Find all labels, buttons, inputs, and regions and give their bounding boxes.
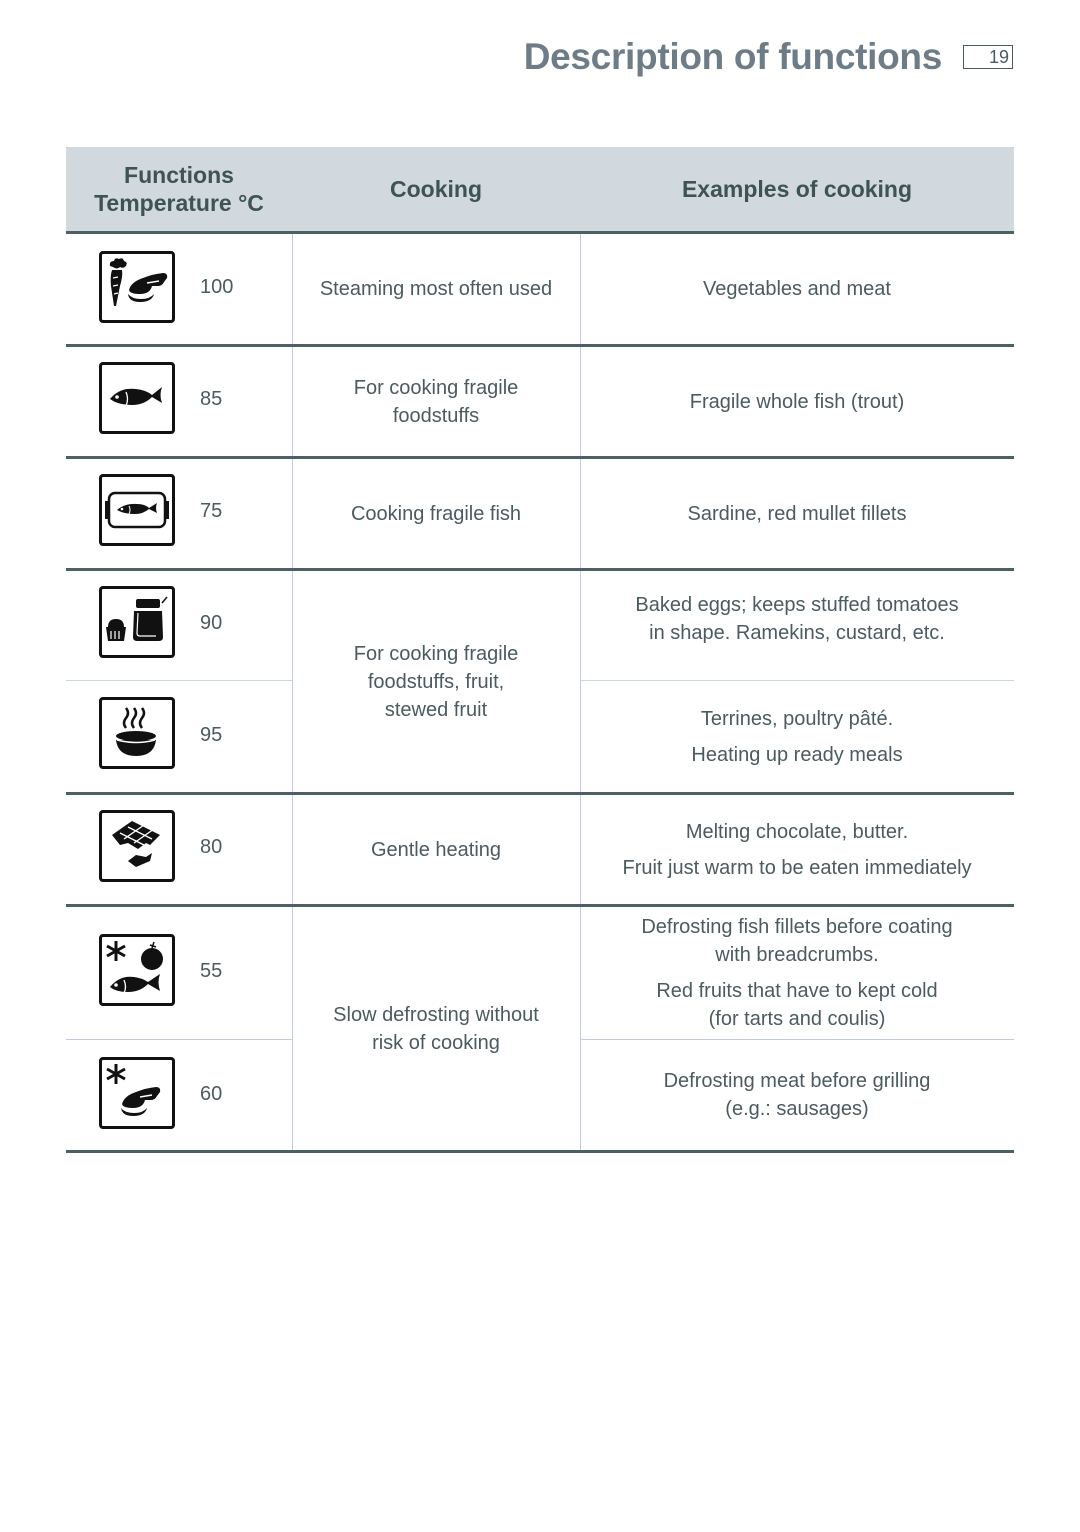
- table-body: 100 Steaming most often used Vegetables …: [66, 234, 1014, 1153]
- subrow-divider: [66, 680, 292, 681]
- functions-table: Functions Temperature °C Cooking Example…: [66, 147, 1014, 1153]
- chocolate-icon: [99, 810, 175, 882]
- examples-text: Sardine, red mullet fillets: [687, 502, 907, 525]
- steam-vegetables-meat-icon: [99, 251, 175, 323]
- cooking-cell: For cooking fragile foodstuffs: [292, 347, 580, 456]
- cooking-cell-merged: For cooking fragile foodstuffs, fruit, s…: [292, 571, 580, 792]
- subrow-divider: [66, 1039, 292, 1040]
- ramekin-jar-icon: [99, 586, 175, 658]
- table-header: Functions Temperature °C Cooking Example…: [66, 147, 1014, 234]
- column-header-temperature-label: Temperature °C: [94, 190, 264, 216]
- temperature-value: 80: [200, 836, 223, 858]
- steaming-bowl-icon: [99, 697, 175, 769]
- cooking-cell: Cooking fragile fish: [350, 502, 522, 525]
- temperature-value: 100: [200, 276, 234, 298]
- column-header-examples: Examples of cooking: [681, 176, 913, 202]
- examples-cell: Sardine, red mullet fillets: [580, 459, 1014, 568]
- temperature-value: 85: [200, 388, 223, 410]
- page-title: Description of functions: [523, 36, 943, 77]
- examples-text: Fragile whole fish (trout): [689, 390, 905, 413]
- temperature-value: 90: [200, 612, 223, 634]
- column-header-cooking: Cooking: [390, 176, 482, 202]
- cooking-text: Slow defrosting without: [333, 1003, 539, 1026]
- cooking-cell: Gentle heating: [370, 838, 502, 861]
- examples-text: Red fruits that have to kept cold: [656, 980, 938, 1002]
- examples-text: (for tarts and coulis): [708, 1008, 886, 1030]
- defrost-meat-icon: [99, 1057, 175, 1129]
- examples-cell: Defrosting fish fillets before coating w…: [580, 907, 1014, 1039]
- fish-icon: [99, 362, 175, 434]
- fish-dish-icon: [99, 474, 175, 546]
- cooking-text: stewed fruit: [384, 698, 488, 721]
- examples-cell: Vegetables and meat: [580, 234, 1014, 344]
- examples-text: Baked eggs; keeps stuffed tomatoes: [635, 594, 959, 616]
- examples-text: (e.g.: sausages): [725, 1098, 869, 1120]
- examples-text: Heating up ready meals: [691, 743, 903, 766]
- column-header-functions-label: Functions: [124, 162, 234, 188]
- cooking-text: foodstuffs, fruit,: [367, 670, 505, 693]
- examples-text: in shape. Ramekins, custard, etc.: [649, 622, 945, 644]
- page-number: 19: [963, 45, 1013, 69]
- examples-cell: Fragile whole fish (trout): [580, 347, 1014, 456]
- cooking-cell: Steaming most often used: [319, 278, 553, 300]
- examples-cell: Baked eggs; keeps stuffed tomatoes in sh…: [580, 571, 1014, 667]
- defrost-fish-fruit-icon: [99, 934, 175, 1006]
- examples-cell: Terrines, poultry pâté. Heating up ready…: [580, 681, 1014, 792]
- column-header-functions: Functions Temperature °C: [66, 147, 292, 231]
- examples-cell: Defrosting meat before grilling (e.g.: s…: [580, 1040, 1014, 1150]
- examples-text: Fruit just warm to be eaten immediately: [622, 856, 972, 879]
- temperature-value: 95: [200, 724, 223, 746]
- cooking-text: risk of cooking: [372, 1031, 500, 1054]
- cooking-text: For cooking fragile: [353, 376, 519, 399]
- examples-text: Melting chocolate, butter.: [685, 820, 909, 843]
- examples-text: Vegetables and meat: [703, 278, 891, 300]
- examples-text: Terrines, poultry pâté.: [700, 707, 894, 730]
- examples-text: with breadcrumbs.: [715, 944, 879, 966]
- temperature-value: 55: [200, 960, 223, 982]
- cooking-text: foodstuffs: [392, 404, 480, 427]
- temperature-value: 60: [200, 1083, 223, 1105]
- examples-text: Defrosting meat before grilling: [663, 1070, 931, 1092]
- examples-text: Defrosting fish fillets before coating: [641, 916, 953, 938]
- cooking-cell-merged: Slow defrosting without risk of cooking: [292, 907, 580, 1150]
- row-divider: [66, 1150, 1014, 1153]
- examples-cell: Melting chocolate, butter. Fruit just wa…: [580, 795, 1014, 904]
- cooking-text: For cooking fragile: [353, 642, 519, 665]
- temperature-value: 75: [200, 500, 223, 522]
